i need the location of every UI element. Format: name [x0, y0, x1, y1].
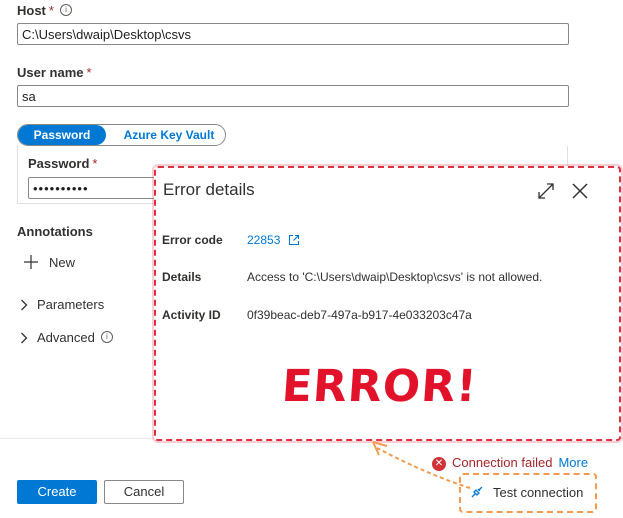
error-details-panel: Error details Error code 22853 Details A…: [154, 166, 621, 441]
required-marker: *: [86, 65, 92, 80]
advanced-label: Advanced i: [37, 330, 113, 345]
info-icon[interactable]: i: [100, 331, 113, 343]
chevron-right-icon: [21, 332, 28, 344]
error-panel-title: Error details: [163, 180, 255, 199]
parameters-label: Parameters: [37, 297, 105, 312]
tab-password[interactable]: Password: [18, 125, 106, 145]
error-code-link[interactable]: 22853: [247, 233, 300, 247]
create-button[interactable]: Create: [17, 480, 97, 504]
test-connection-button[interactable]: Test connection: [469, 484, 583, 500]
connection-status: ✕ Connection failed More: [432, 455, 588, 471]
error-code-label: Error code: [162, 233, 223, 247]
info-icon[interactable]: i: [59, 4, 72, 16]
chevron-right-icon: [21, 299, 28, 311]
required-marker: *: [48, 3, 54, 18]
activity-id-label: Activity ID: [162, 308, 221, 322]
details-value: Access to 'C:\Users\dwaip\Desktop\csvs' …: [247, 270, 543, 284]
activity-id-value: 0f39beac-deb7-497a-b917-4e033203c47a: [247, 308, 472, 322]
plug-icon: [471, 486, 483, 498]
host-label: Host * i: [17, 3, 72, 18]
close-icon[interactable]: [571, 182, 589, 200]
cancel-button[interactable]: Cancel: [104, 480, 184, 504]
expand-icon[interactable]: [537, 182, 555, 200]
new-label: New: [49, 255, 76, 270]
parameters-expander[interactable]: Parameters: [20, 296, 140, 314]
required-marker: *: [92, 156, 98, 171]
external-link-icon: [288, 234, 299, 246]
password-input[interactable]: ••••••••••: [28, 177, 158, 199]
error-circle-icon: ✕: [432, 456, 446, 471]
more-link[interactable]: More: [558, 455, 588, 470]
details-label: Details: [162, 270, 202, 284]
password-label: Password *: [28, 156, 98, 171]
tab-azure-key-vault[interactable]: Azure Key Vault: [114, 125, 224, 145]
username-input[interactable]: sa: [17, 85, 569, 107]
annotations-label: Annotations: [17, 224, 93, 239]
auth-type-toggle: Password Azure Key Vault: [17, 124, 226, 146]
advanced-expander[interactable]: Advanced i: [20, 329, 140, 347]
plus-icon: [24, 255, 38, 269]
host-input[interactable]: C:\Users\dwaip\Desktop\csvs: [17, 23, 569, 45]
username-label: User name *: [17, 65, 92, 80]
error-annotation-text: ERROR!: [280, 361, 479, 412]
